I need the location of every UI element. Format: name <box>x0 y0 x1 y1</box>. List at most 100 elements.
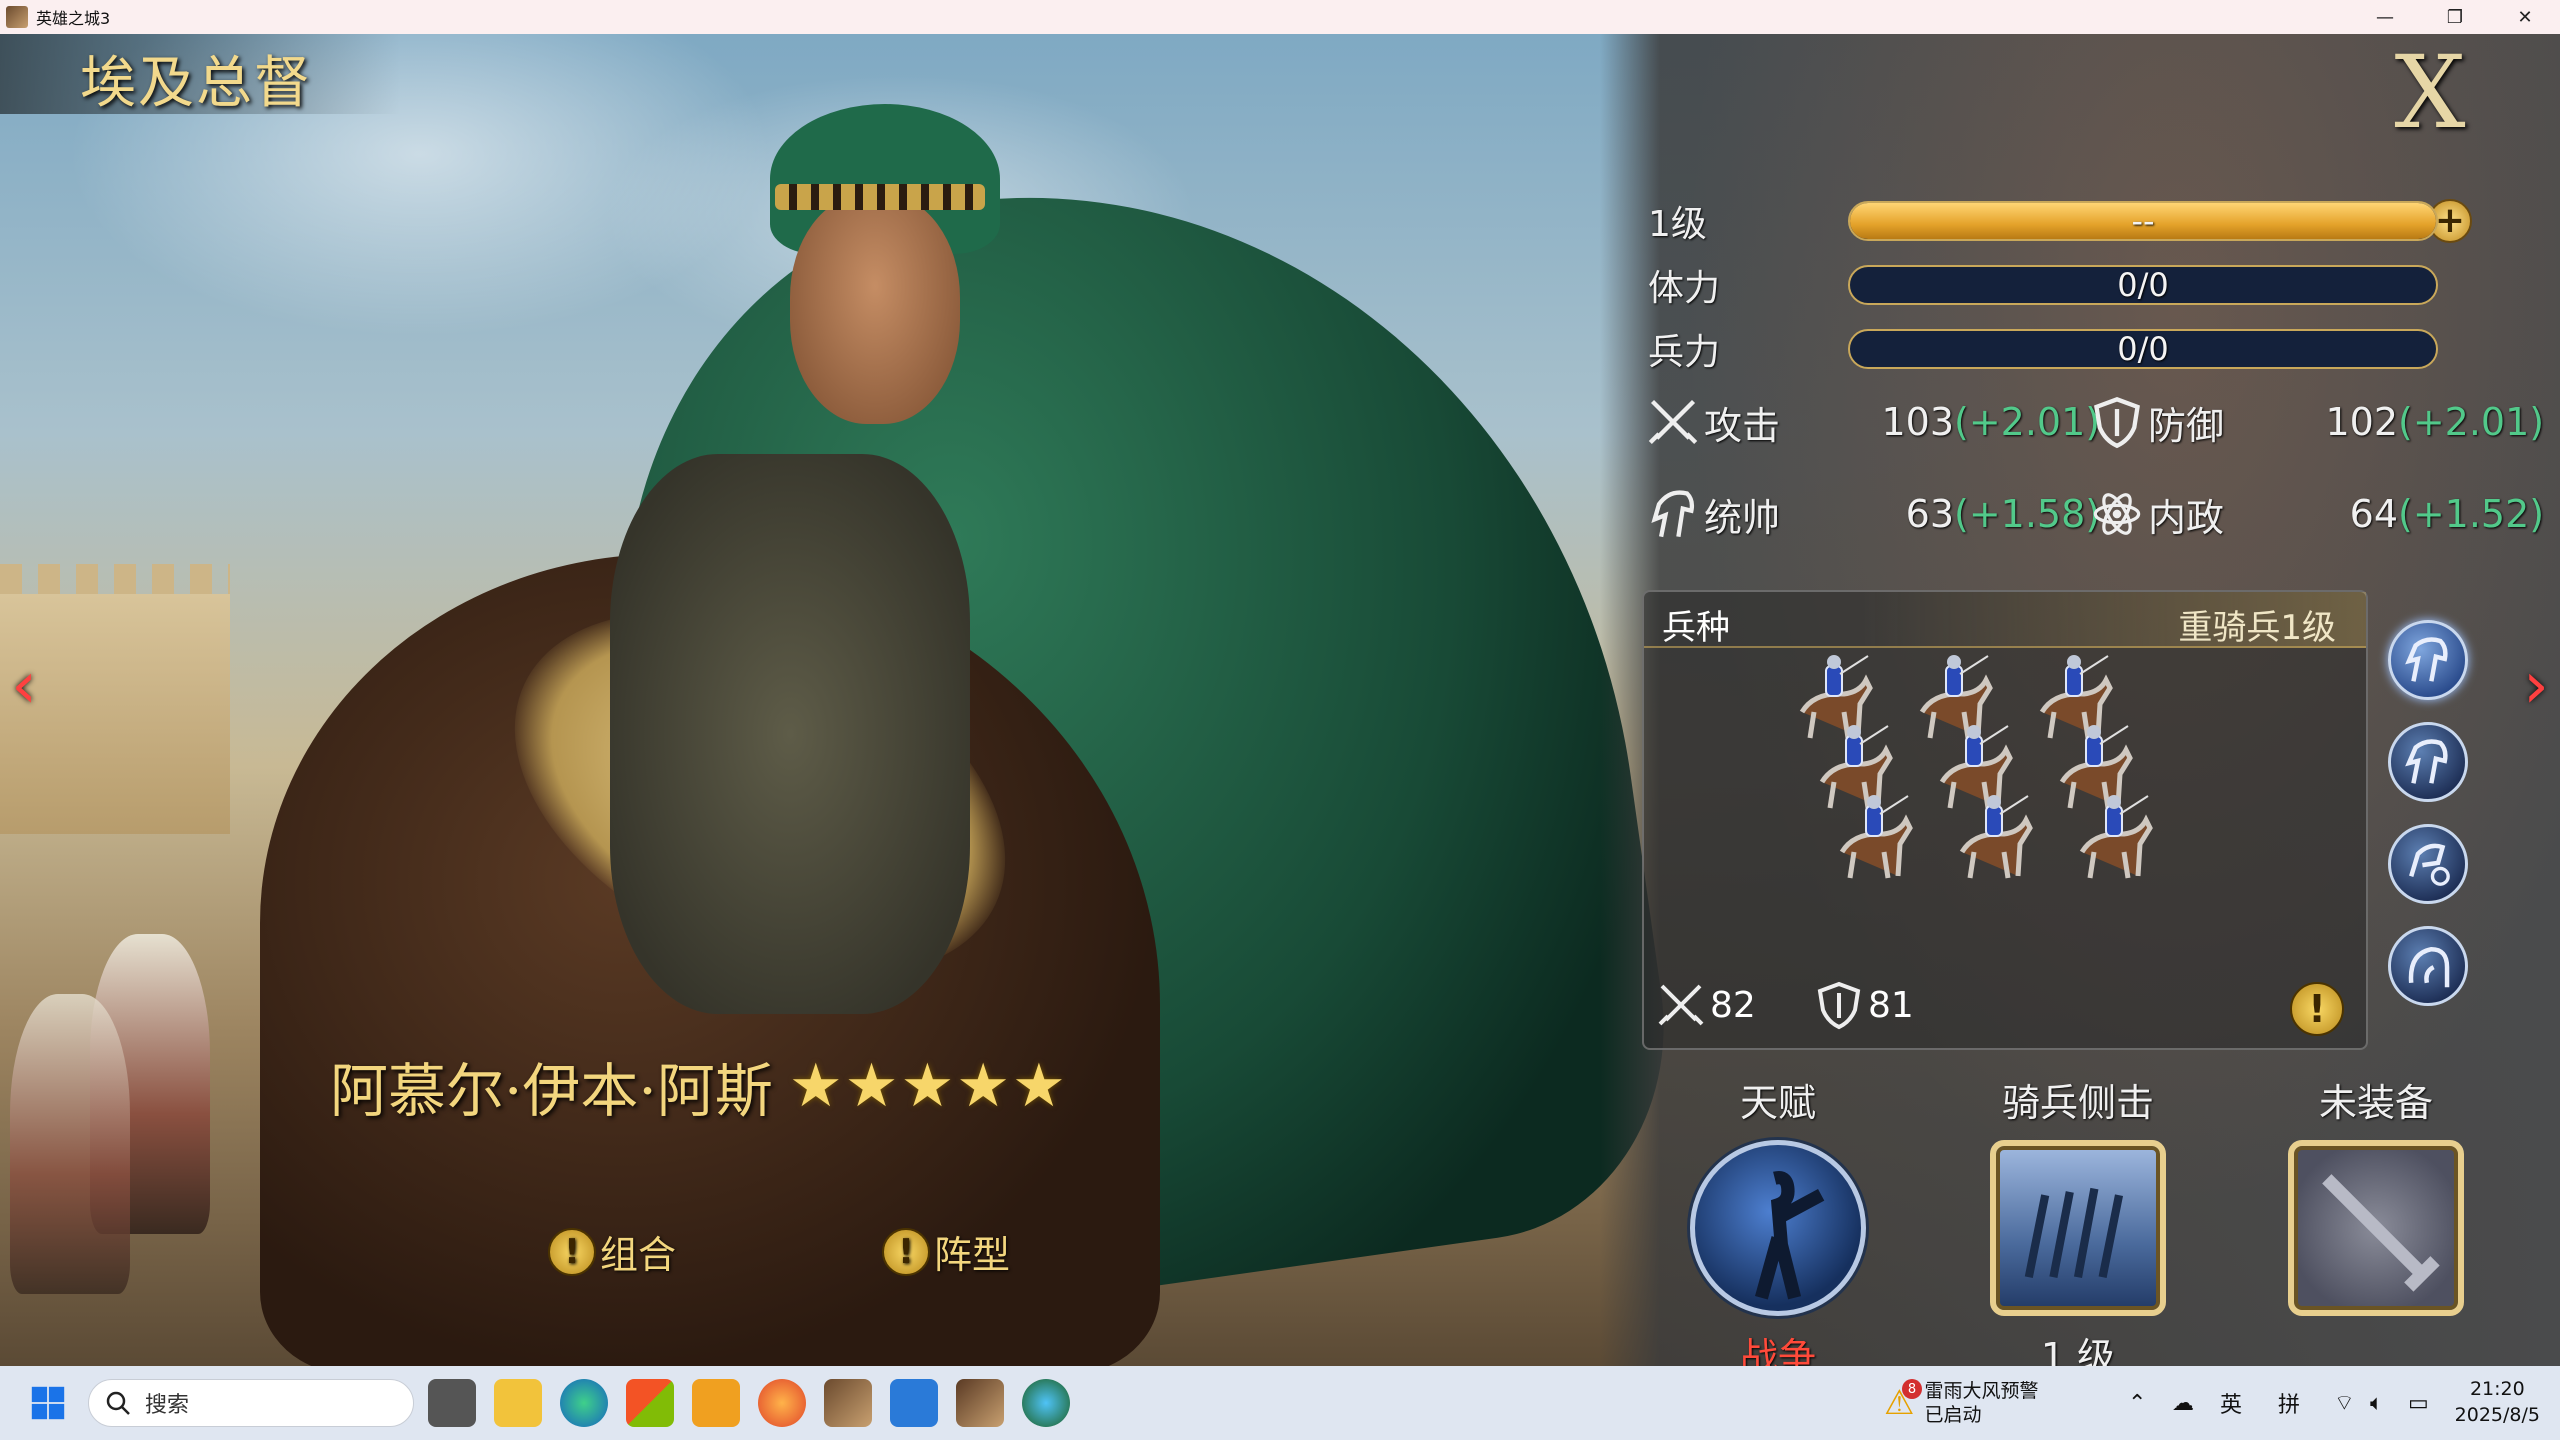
minimize-button[interactable]: — <box>2350 0 2420 34</box>
ime-mode[interactable]: 拼 <box>2278 1366 2300 1440</box>
politics-value: 64 <box>2349 492 2398 536</box>
troop-attack: 82 <box>1656 980 1756 1030</box>
formation-label: 阵型 <box>934 1233 1011 1277</box>
weather-subtitle: 已启动 <box>1924 1404 1982 1426</box>
cavalry-charge-icon <box>2024 1187 2124 1279</box>
file-explorer-icon[interactable] <box>494 1379 542 1427</box>
start-icon[interactable] <box>24 1379 72 1427</box>
cavalry-unit-figure <box>1834 792 1914 882</box>
clock[interactable]: 21:20 2025/8/5 <box>2455 1376 2540 1428</box>
ime-lang[interactable]: 英 <box>2220 1366 2242 1440</box>
skill-slot[interactable] <box>1990 1140 2166 1316</box>
firefox-icon[interactable] <box>758 1379 806 1427</box>
onedrive-icon[interactable]: ☁ <box>2172 1366 2194 1440</box>
palette-app-icon[interactable] <box>1022 1379 1070 1427</box>
politics-bonus: (+1.52) <box>2398 492 2545 536</box>
steam-icon[interactable] <box>890 1379 938 1427</box>
battery-icon[interactable]: ▭ <box>2408 1366 2429 1440</box>
talent-slot[interactable] <box>1690 1140 1866 1316</box>
horse-head-icon <box>1651 490 1695 538</box>
stamina-row: 体力 0/0 <box>1648 260 2528 310</box>
level-label: 1级 <box>1648 204 1707 245</box>
gear-title: 未装备 <box>2318 1081 2433 1125</box>
stat-politics: 内政 64 (+1.52) <box>2090 484 2544 544</box>
taskbar-search[interactable]: 搜索 <box>88 1379 414 1427</box>
hero-face-illustration <box>790 194 960 424</box>
next-hero-arrow[interactable]: › <box>2516 646 2556 726</box>
gear-column: 未装备 <box>2276 1040 2476 1366</box>
command-label: 统帅 <box>1704 495 1781 540</box>
warrior-icon <box>1755 1171 1825 1300</box>
command-bonus: (+1.58) <box>1954 492 2101 536</box>
weather-alert[interactable]: ⚠ 8 雷雨大风预警 已启动 <box>1884 1366 2039 1440</box>
app-icon[interactable] <box>692 1379 740 1427</box>
stat-command: 统帅 63 (+1.58) <box>1646 484 2100 544</box>
combo-button[interactable]: ! 组合 <box>548 1224 676 1279</box>
window-close-button[interactable]: ✕ <box>2490 0 2560 34</box>
defense-label: 防御 <box>2148 403 2225 448</box>
hero-name-row: 阿慕尔·伊本·阿斯 ★★★★★ <box>330 1044 1068 1128</box>
weather-badge: 8 <box>1902 1379 1922 1399</box>
troop-defense-value: 81 <box>1868 984 1914 1026</box>
stamina-bar: 0/0 <box>1848 265 2438 305</box>
edge-icon[interactable] <box>560 1379 608 1427</box>
game-taskbar-icon[interactable] <box>824 1379 872 1427</box>
alert-icon: ! <box>548 1227 596 1276</box>
unit-chariot-button[interactable] <box>2388 824 2468 904</box>
stat-attack: 攻击 103 (+2.01) <box>1646 392 2100 452</box>
game-view: 埃及总督 ‹ 阿慕尔·伊本·阿斯 ★★★★★ ! 组合 ! 阵型 X 1级 --… <box>0 34 2560 1366</box>
atom-icon <box>2093 493 2141 535</box>
maximize-button[interactable]: ❐ <box>2420 0 2490 34</box>
warning-icon: ⚠ 8 <box>1884 1379 1922 1423</box>
gear-slot[interactable] <box>2288 1140 2464 1316</box>
window-title: 英雄之城3 <box>36 9 111 28</box>
tray-chevron-icon[interactable]: ⌃ <box>2128 1366 2146 1440</box>
wifi-icon[interactable]: ⌔ <box>2334 1366 2355 1440</box>
troop-defense: 81 <box>1814 980 1914 1030</box>
clock-time: 21:20 <box>2469 1378 2525 1400</box>
troop-label: 兵种 <box>1662 608 1730 648</box>
headband-illustration <box>775 184 985 210</box>
troop-alert-icon[interactable]: ! <box>2290 982 2344 1036</box>
alert-icon: ! <box>882 1227 930 1276</box>
shield-icon <box>2094 397 2140 449</box>
unit-light-cavalry-button[interactable] <box>2388 722 2468 802</box>
politics-label: 内政 <box>2148 495 2225 540</box>
stamina-bar-text: 0/0 <box>2117 266 2169 304</box>
level-row: 1级 -- + <box>1648 196 2528 246</box>
formation-button[interactable]: ! 阵型 <box>882 1224 1010 1279</box>
troop-attack-value: 82 <box>1710 984 1756 1026</box>
skill-level: 1 级 <box>2040 1335 2116 1366</box>
talent-column: 天赋 战争 <box>1678 1040 1878 1366</box>
app-icon <box>6 6 28 28</box>
cavalry-unit-figure <box>1954 792 2034 882</box>
sword-icon <box>2322 1174 2440 1292</box>
attack-value: 103 <box>1881 400 1954 444</box>
volume-icon[interactable]: 🔈︎ <box>2370 1366 2383 1440</box>
unit-elephant-button[interactable] <box>2388 926 2468 1006</box>
combo-label: 组合 <box>600 1233 677 1277</box>
cavalry-icon <box>2405 637 2448 682</box>
close-icon[interactable]: X <box>2380 34 2480 151</box>
shield-icon <box>1817 981 1861 1030</box>
troops-bar-text: 0/0 <box>2117 330 2169 368</box>
command-value: 63 <box>1905 492 1954 536</box>
window-titlebar: 英雄之城3 — ❐ ✕ <box>0 0 2560 34</box>
hero-name: 阿慕尔·伊本·阿斯 <box>330 1057 773 1125</box>
defense-value: 102 <box>2325 400 2398 444</box>
exp-bar: -- <box>1848 201 2438 241</box>
elephant-icon <box>2408 946 2450 988</box>
cavalry-icon <box>2405 739 2448 784</box>
search-placeholder: 搜索 <box>145 1393 190 1418</box>
chariot-icon <box>2409 843 2450 886</box>
task-view-icon[interactable] <box>428 1379 476 1427</box>
game-taskbar-icon[interactable] <box>956 1379 1004 1427</box>
unit-heavy-cavalry-button[interactable] <box>2388 620 2468 700</box>
crossed-swords-icon <box>1648 399 1698 445</box>
talent-title: 天赋 <box>1739 1081 1816 1125</box>
attack-label: 攻击 <box>1704 403 1781 448</box>
rider-illustration <box>610 454 970 1014</box>
hero-stars: ★★★★★ <box>788 1051 1068 1121</box>
store-icon[interactable] <box>626 1379 674 1427</box>
prev-hero-arrow[interactable]: ‹ <box>4 646 44 726</box>
